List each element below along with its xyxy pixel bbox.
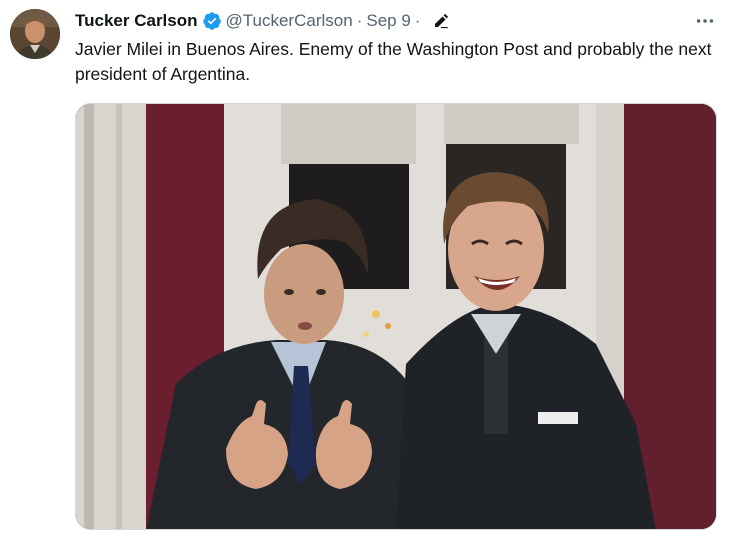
avatar-image bbox=[10, 9, 60, 59]
tweet-photo[interactable] bbox=[75, 103, 717, 530]
tweet-card[interactable]: Tucker Carlson @TuckerCarlson · Sep 9 · … bbox=[0, 0, 730, 538]
author-handle[interactable]: @TuckerCarlson bbox=[226, 11, 353, 31]
photo-image bbox=[76, 104, 716, 529]
author-display-name[interactable]: Tucker Carlson bbox=[75, 11, 198, 31]
pencil-icon[interactable] bbox=[432, 12, 450, 30]
date-separator: · bbox=[414, 11, 421, 30]
verified-badge-icon[interactable] bbox=[202, 11, 222, 31]
header-separator: · bbox=[356, 11, 363, 30]
tweet-date[interactable]: Sep 9 bbox=[366, 11, 410, 31]
tweet-text: Javier Milei in Buenos Aires. Enemy of t… bbox=[75, 39, 712, 84]
tweet-header: Tucker Carlson @TuckerCarlson · Sep 9 · bbox=[75, 10, 450, 32]
ellipsis-icon[interactable] bbox=[694, 10, 716, 32]
author-avatar[interactable] bbox=[10, 9, 60, 59]
